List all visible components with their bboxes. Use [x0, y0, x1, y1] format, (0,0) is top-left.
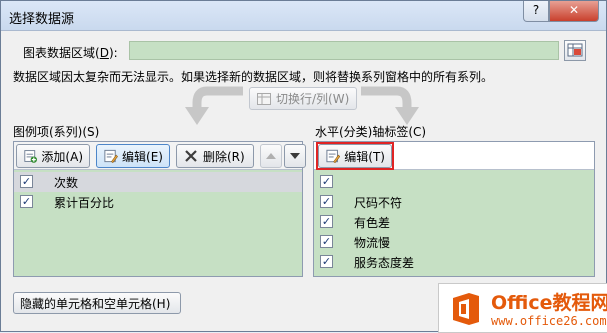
- legend-item-checkbox[interactable]: ✓: [20, 195, 33, 208]
- axis-item-label: 有色差: [354, 216, 391, 230]
- move-down-button[interactable]: [284, 144, 306, 168]
- axis-item-label: 尺码不符: [354, 196, 403, 210]
- legend-item-累计百分比[interactable]: ✓ 累计百分比: [14, 192, 302, 212]
- axis-labels-header: 水平(分类)轴标签(C): [315, 125, 427, 139]
- legend-item-次数[interactable]: ✓ 次数: [14, 172, 302, 192]
- watermark-brand: Office教程网: [491, 292, 607, 314]
- delete-icon: [185, 150, 197, 162]
- edit-series-button[interactable]: 编辑(E): [96, 144, 170, 168]
- legend-entries-panel: 添加(A) 编辑(E) 删除(R) ✓ 次数 ✓ 累计百分比: [13, 141, 306, 277]
- move-up-icon: [266, 153, 276, 159]
- hidden-empty-cells-button[interactable]: 隐藏的单元格和空单元格(H): [13, 292, 181, 314]
- legend-item-label: 次数: [54, 176, 79, 190]
- axis-item-物流慢[interactable]: ✓ 物流慢: [314, 232, 594, 252]
- chart-data-range-input[interactable]: [129, 41, 559, 60]
- legend-item-label: 累计百分比: [54, 196, 115, 210]
- edit-button-highlight: [316, 142, 394, 170]
- delete-series-button[interactable]: 删除(R): [176, 144, 254, 168]
- axis-item-label: 物流慢: [354, 236, 391, 250]
- switch-row-column-icon: [257, 92, 271, 105]
- axis-item-checkbox[interactable]: ✓: [320, 255, 333, 268]
- legend-entries-header: 图例项(系列)(S): [13, 125, 100, 139]
- range-collapse-button[interactable]: [564, 40, 586, 61]
- add-series-button[interactable]: 添加(A): [16, 144, 90, 168]
- right-curved-arrow-icon: [361, 86, 419, 125]
- office-logo-icon: [453, 293, 479, 325]
- axis-item-服务态度差[interactable]: ✓ 服务态度差: [314, 252, 594, 272]
- move-down-icon: [290, 153, 300, 159]
- range-selector-icon: [567, 43, 583, 57]
- legend-item-checkbox[interactable]: ✓: [20, 175, 33, 188]
- close-button[interactable]: ✕: [549, 1, 599, 22]
- switch-row-column-button[interactable]: 切换行/列(W): [249, 87, 357, 110]
- select-data-source-dialog: 选择数据源 ? ✕ 图表数据区域(D): 数据区域因太复杂而无法显示。如果选择新…: [0, 0, 607, 333]
- add-series-label: 添加(A): [41, 149, 83, 164]
- axis-item-checkbox[interactable]: ✓: [320, 175, 333, 188]
- axis-item-label: 服务态度差: [354, 256, 415, 270]
- delete-series-label: 删除(R): [203, 149, 245, 164]
- watermark-url: www.office26.com: [491, 314, 607, 328]
- switch-row-column-label: 切换行/列(W): [276, 92, 350, 106]
- edit-series-label: 编辑(E): [122, 149, 163, 164]
- left-curved-arrow-icon: [185, 86, 243, 125]
- move-up-button[interactable]: [260, 144, 282, 168]
- hidden-empty-cells-label: 隐藏的单元格和空单元格(H): [20, 296, 171, 311]
- axis-item-尺码不符[interactable]: ✓ 尺码不符: [314, 192, 594, 212]
- axis-item-checkbox[interactable]: ✓: [320, 195, 333, 208]
- axis-item-有色差[interactable]: ✓ 有色差: [314, 212, 594, 232]
- range-label-prefix: 图表数据区域(: [23, 46, 100, 60]
- edit-icon: [104, 149, 118, 163]
- office26-watermark: Office教程网 www.office26.com: [438, 283, 607, 333]
- range-label-suffix: ):: [108, 46, 118, 60]
- axis-item-checkbox[interactable]: ✓: [320, 235, 333, 248]
- range-label-key: D: [99, 46, 109, 60]
- legend-toolbar: 添加(A) 编辑(E) 删除(R): [14, 142, 306, 170]
- help-button[interactable]: ?: [523, 1, 549, 22]
- axis-labels-panel: 编辑(T) ✓ ✓ 尺码不符 ✓ 有色差 ✓ 物流慢 ✓ 服务态度差: [313, 141, 595, 277]
- axis-item[interactable]: ✓: [314, 172, 594, 192]
- add-icon: [24, 150, 37, 163]
- chart-data-range-label: 图表数据区域(D):: [23, 44, 118, 61]
- axis-item-checkbox[interactable]: ✓: [320, 215, 333, 228]
- title-bar: 选择数据源 ? ✕: [1, 1, 606, 31]
- dialog-title: 选择数据源: [9, 12, 75, 27]
